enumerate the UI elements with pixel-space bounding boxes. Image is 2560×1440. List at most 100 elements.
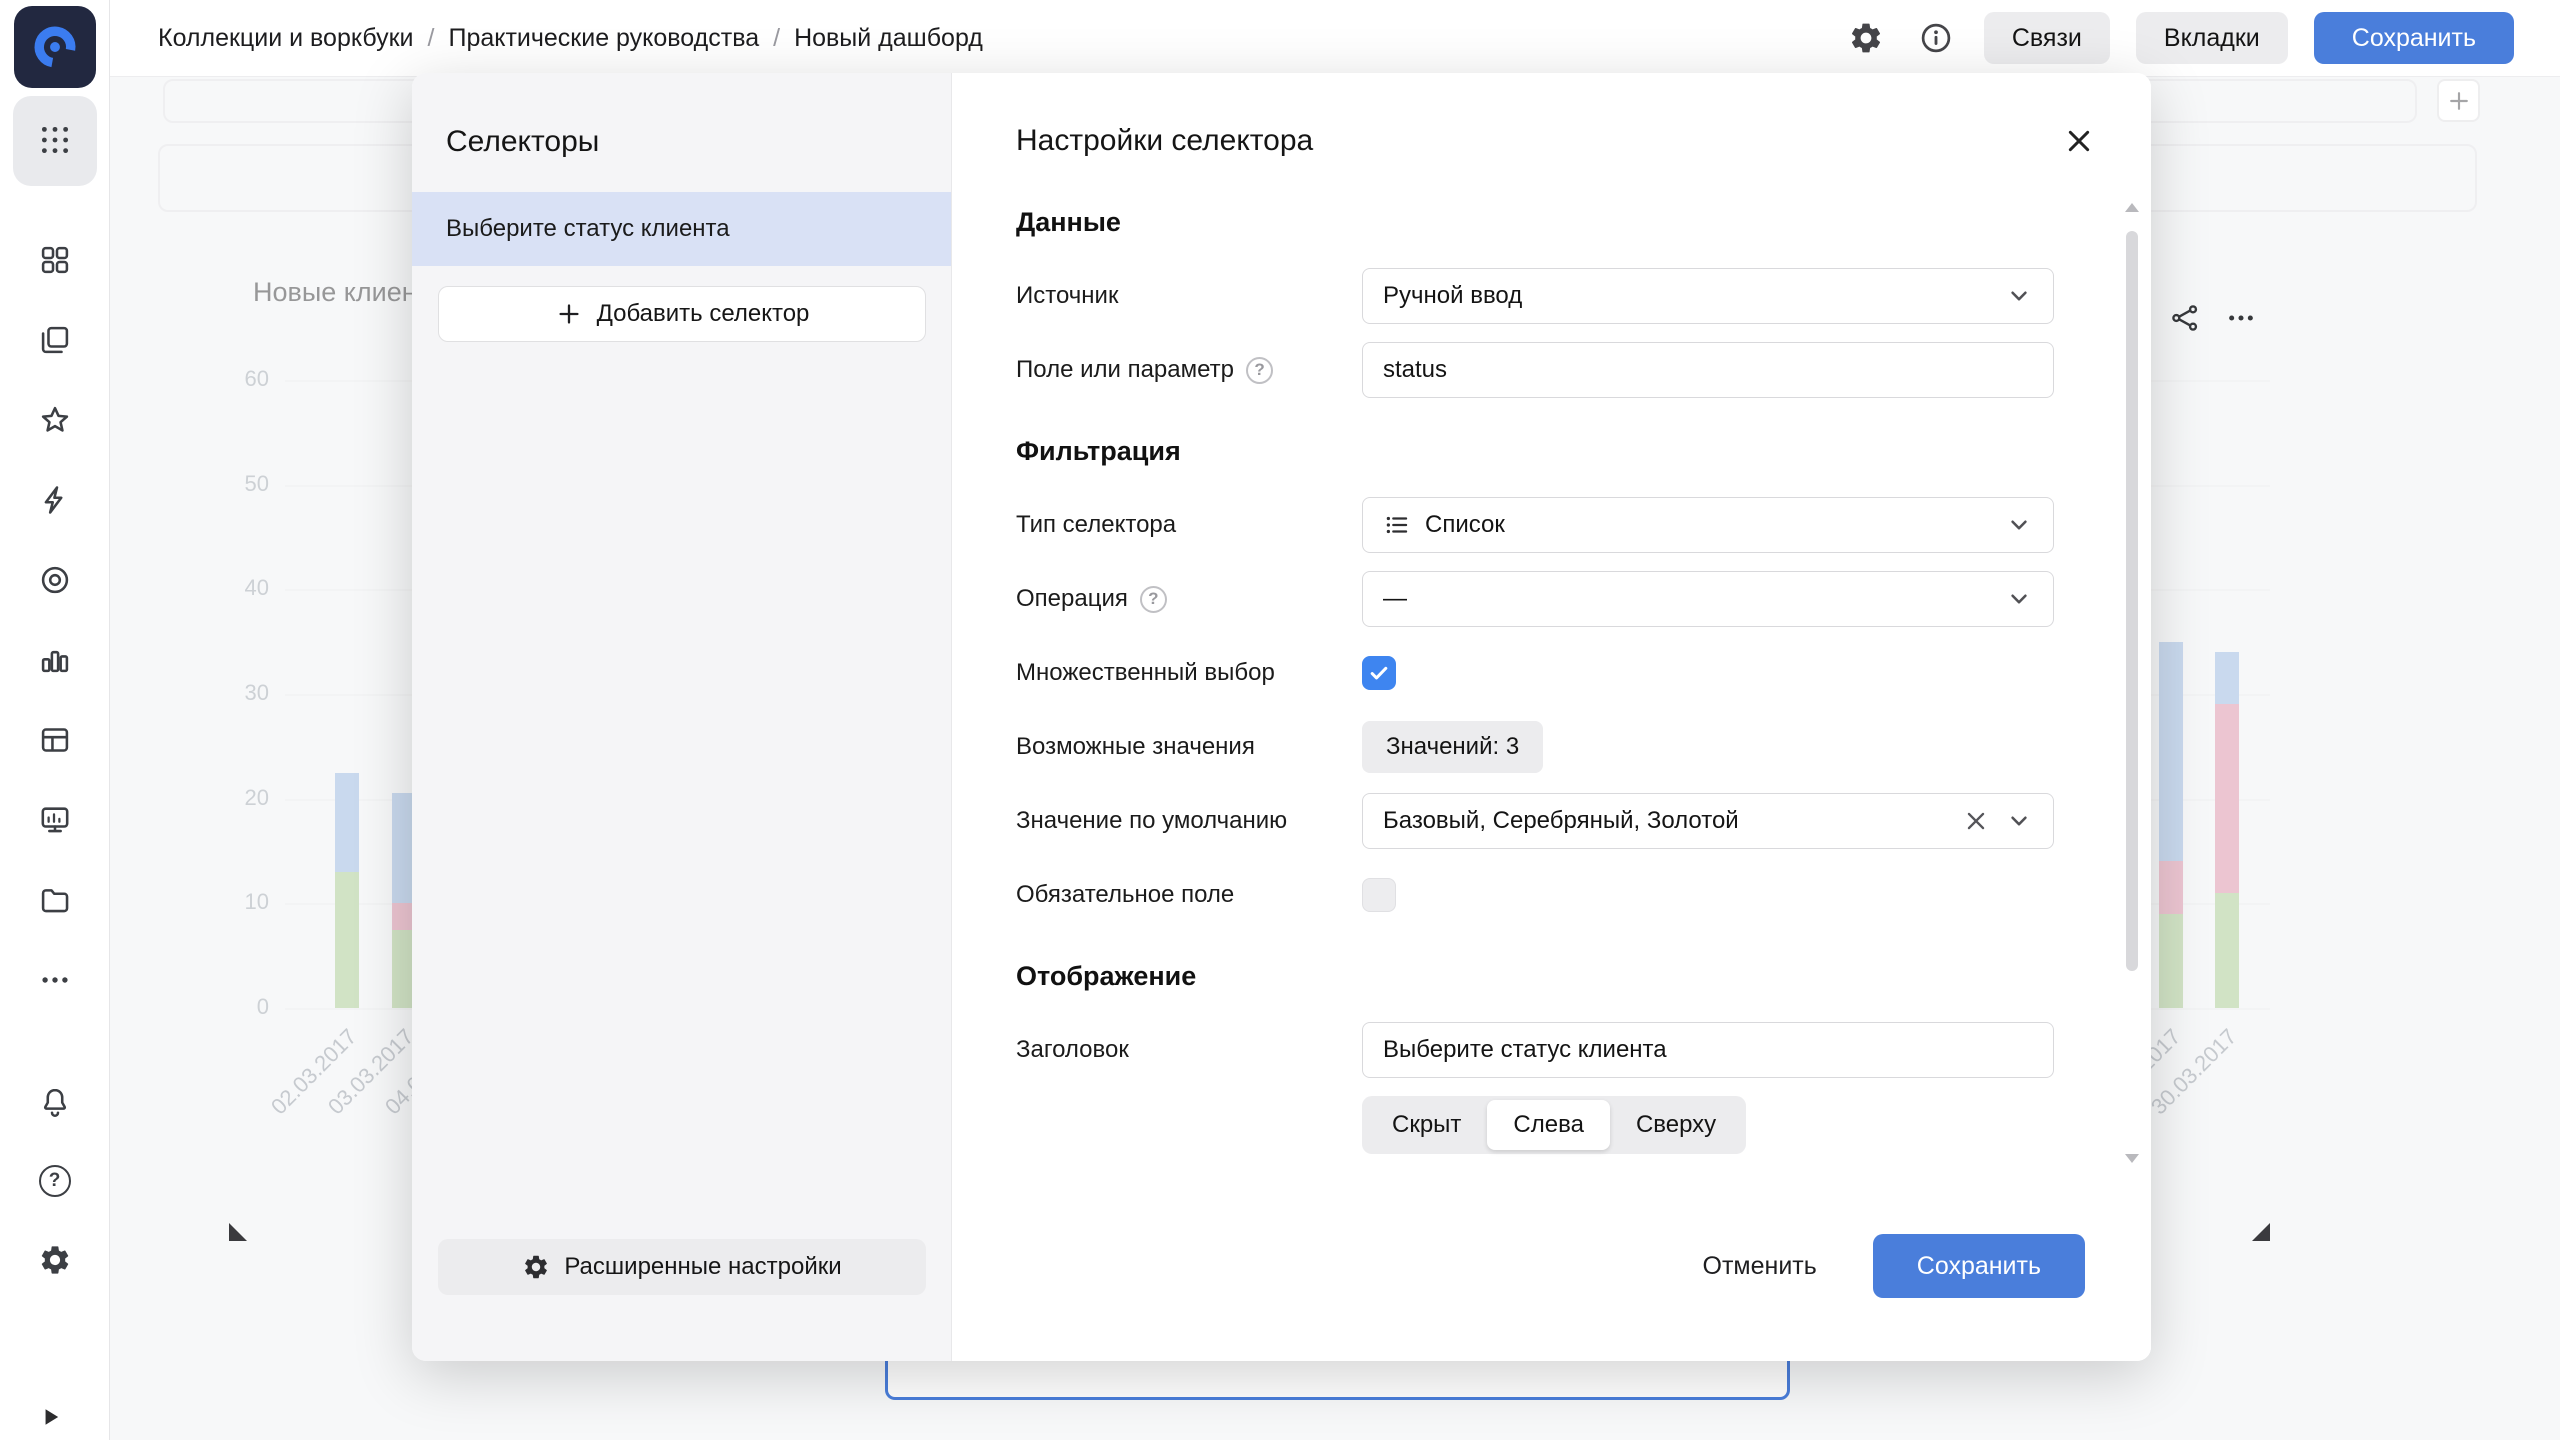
title-row: Заголовок bbox=[1016, 1022, 2061, 1078]
breadcrumb-separator: / bbox=[428, 24, 435, 53]
header-actions: Связи Вкладки Сохранить bbox=[1844, 12, 2514, 64]
list-icon bbox=[1383, 511, 1411, 539]
tabs-button[interactable]: Вкладки bbox=[2136, 12, 2288, 64]
selector-type-label: Тип селектора bbox=[1016, 511, 1362, 539]
widget-resize-handle[interactable] bbox=[2252, 1223, 2270, 1241]
presentation-icon[interactable] bbox=[38, 803, 72, 837]
more-icon[interactable] bbox=[38, 963, 72, 997]
dashboards-icon[interactable] bbox=[38, 243, 72, 277]
app-root: ? Коллекции и воркбуки / Практические ру… bbox=[0, 0, 2560, 1440]
top-header: Коллекции и воркбуки / Практические руко… bbox=[110, 0, 2560, 77]
field-row: Поле или параметр ? bbox=[1016, 342, 2061, 398]
scroll-down-arrow[interactable] bbox=[2125, 1154, 2139, 1163]
sidebar: ? bbox=[0, 0, 110, 1440]
chevron-down-icon bbox=[2005, 585, 2033, 613]
notifications-icon[interactable] bbox=[38, 1085, 72, 1119]
required-field-label: Обязательное поле bbox=[1016, 881, 1362, 909]
settings-icon[interactable] bbox=[38, 1243, 72, 1277]
scrollbar-thumb[interactable] bbox=[2126, 231, 2138, 971]
chevron-down-icon bbox=[2005, 282, 2033, 310]
multi-select-label: Множественный выбор bbox=[1016, 659, 1362, 687]
selector-list-item[interactable]: Выберите статус клиента bbox=[412, 192, 951, 266]
save-dashboard-button[interactable]: Сохранить bbox=[2314, 12, 2514, 64]
tables-icon[interactable] bbox=[38, 723, 72, 757]
position-top-segment[interactable]: Сверху bbox=[1610, 1100, 1742, 1150]
plus-icon bbox=[555, 300, 583, 328]
breadcrumb-collections[interactable]: Коллекции и воркбуки bbox=[158, 24, 414, 53]
possible-values-label: Возможные значения bbox=[1016, 733, 1362, 761]
section-display-title: Отображение bbox=[1016, 961, 2061, 992]
chevron-down-icon bbox=[2005, 511, 2033, 539]
operation-row: Операция ? — bbox=[1016, 571, 2061, 627]
help-icon[interactable]: ? bbox=[39, 1165, 71, 1197]
field-label: Поле или параметр ? bbox=[1016, 356, 1362, 384]
selector-list: Выберите статус клиента bbox=[412, 192, 951, 266]
multi-select-checkbox[interactable] bbox=[1362, 656, 1396, 690]
favorites-icon[interactable] bbox=[38, 403, 72, 437]
position-left-segment[interactable]: Слева bbox=[1487, 1100, 1610, 1150]
default-value-select[interactable]: Базовый, Серебряный, Золотой bbox=[1362, 793, 2054, 849]
relations-button[interactable]: Связи bbox=[1984, 12, 2110, 64]
add-selector-button[interactable]: Добавить селектор bbox=[438, 286, 926, 342]
dialog-title: Настройки селектора bbox=[1016, 124, 2051, 158]
operation-help-icon[interactable]: ? bbox=[1140, 586, 1167, 613]
apps-grid-icon[interactable] bbox=[38, 123, 72, 157]
widget-menu-icon[interactable] bbox=[2224, 301, 2258, 335]
widget-relations-icon[interactable] bbox=[2168, 301, 2202, 335]
field-label-text: Поле или параметр bbox=[1016, 356, 1234, 384]
collections-icon[interactable] bbox=[38, 323, 72, 357]
source-value: Ручной ввод bbox=[1383, 282, 1991, 310]
widget-resize-handle[interactable] bbox=[229, 1223, 247, 1241]
operation-value: — bbox=[1383, 585, 1991, 613]
sidebar-nav bbox=[0, 243, 109, 997]
datalens-logo[interactable] bbox=[14, 6, 96, 88]
info-button[interactable] bbox=[1914, 16, 1958, 60]
advanced-settings-label: Расширенные настройки bbox=[564, 1253, 841, 1281]
sidebar-footer-nav: ? bbox=[0, 1085, 109, 1277]
folder-icon[interactable] bbox=[38, 883, 72, 917]
add-selector-label: Добавить селектор bbox=[597, 300, 810, 328]
section-filtering-title: Фильтрация bbox=[1016, 436, 2061, 467]
field-help-icon[interactable]: ? bbox=[1246, 357, 1273, 384]
operation-select[interactable]: — bbox=[1362, 571, 2054, 627]
selectors-panel-title: Селекторы bbox=[412, 73, 951, 159]
save-selector-button[interactable]: Сохранить bbox=[1873, 1234, 2085, 1298]
default-value-label: Значение по умолчанию bbox=[1016, 807, 1362, 835]
values-count-chip[interactable]: Значений: 3 bbox=[1362, 721, 1543, 773]
position-hidden-segment[interactable]: Скрыт bbox=[1366, 1100, 1487, 1150]
check-icon bbox=[1367, 661, 1391, 685]
clear-icon[interactable] bbox=[1961, 806, 1991, 836]
multi-select-row: Множественный выбор bbox=[1016, 645, 2061, 701]
required-field-checkbox[interactable] bbox=[1362, 878, 1396, 912]
selectors-panel: Селекторы Выберите статус клиента Добави… bbox=[412, 73, 952, 1361]
bolt-icon[interactable] bbox=[38, 483, 72, 517]
advanced-settings-button[interactable]: Расширенные настройки bbox=[438, 1239, 926, 1295]
title-label: Заголовок bbox=[1016, 1036, 1362, 1064]
close-icon[interactable] bbox=[2051, 113, 2107, 169]
operation-label-text: Операция bbox=[1016, 585, 1128, 613]
source-row: Источник Ручной ввод bbox=[1016, 268, 2061, 324]
breadcrumb-current: Новый дашборд bbox=[794, 24, 983, 53]
target-icon[interactable] bbox=[38, 563, 72, 597]
logo-swirl-icon bbox=[28, 20, 82, 74]
breadcrumb-folder[interactable]: Практические руководства bbox=[448, 24, 759, 53]
title-input[interactable] bbox=[1362, 1022, 2054, 1078]
section-data-title: Данные bbox=[1016, 207, 2061, 238]
charts-icon[interactable] bbox=[38, 643, 72, 677]
selector-type-select[interactable]: Список bbox=[1362, 497, 2054, 553]
dialog-header: Настройки селектора bbox=[952, 73, 2151, 195]
title-position-segmented: Скрыт Слева Сверху bbox=[1362, 1096, 1746, 1154]
scroll-up-arrow[interactable] bbox=[2125, 203, 2139, 212]
gear-icon bbox=[522, 1253, 550, 1281]
breadcrumb-separator: / bbox=[773, 24, 780, 53]
dashboard-settings-button[interactable] bbox=[1844, 16, 1888, 60]
possible-values-row: Возможные значения Значений: 3 bbox=[1016, 719, 2061, 775]
cancel-button[interactable]: Отменить bbox=[1673, 1234, 1847, 1298]
default-value-text: Базовый, Серебряный, Золотой bbox=[1383, 807, 1947, 835]
dialog-scrollbar[interactable] bbox=[2123, 203, 2141, 1163]
source-label: Источник bbox=[1016, 282, 1362, 310]
expand-sidebar-button[interactable] bbox=[36, 1403, 64, 1431]
source-select[interactable]: Ручной ввод bbox=[1362, 268, 2054, 324]
field-input[interactable] bbox=[1362, 342, 2054, 398]
chevron-down-icon bbox=[2005, 807, 2033, 835]
